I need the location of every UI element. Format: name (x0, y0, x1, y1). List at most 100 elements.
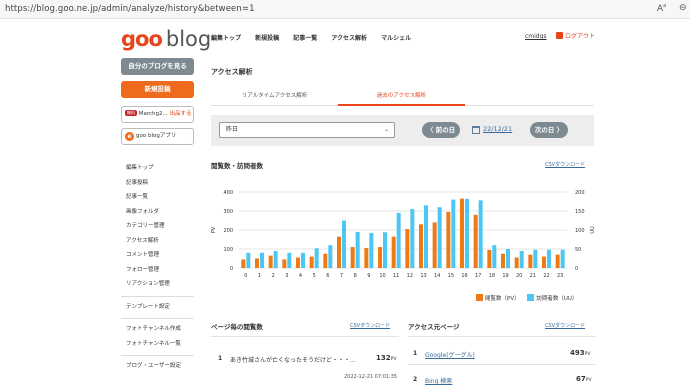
x-tick-label: 19 (502, 273, 508, 279)
date-toolbar: 昨日 ⌄ 〈 前の日 22/12/21 次の日 〉 (211, 115, 594, 146)
x-tick-label: 12 (407, 273, 413, 279)
bar-pv (323, 253, 328, 268)
referrer-link[interactable]: Google(グーグル) (425, 350, 475, 359)
read-aloud-icon[interactable]: Aa (657, 3, 666, 14)
x-tick-label: 7 (340, 273, 343, 279)
sidebar-item-edit-top[interactable]: 編集トップ (126, 161, 194, 176)
calendar-icon[interactable] (472, 126, 480, 134)
y-tick-right: 200 (575, 190, 585, 196)
address-bar[interactable]: https://blog.goo.ne.jp/admin/analyze/his… (0, 0, 690, 19)
bar-pv (501, 253, 505, 268)
next-day-button[interactable]: 次の日 〉 (530, 122, 568, 138)
period-select[interactable]: 昨日 ⌄ (219, 122, 395, 138)
zoom-icon[interactable]: ⊖ (679, 3, 687, 13)
bar-pv (364, 248, 369, 268)
referrer-count: 67PV (576, 375, 592, 383)
sidebar-item-template[interactable]: テンプレート設定 (126, 300, 194, 315)
chart-csv-link[interactable]: CSVダウンロード (545, 161, 585, 168)
bar-pv (405, 229, 410, 268)
y-tick-left: 300 (223, 209, 233, 215)
referrers-heading: アクセス元ページ (408, 323, 460, 331)
goo-blog-logo[interactable]: goo blog (121, 27, 211, 51)
nav-new-post[interactable]: 新規投稿 (255, 35, 279, 42)
tab-past[interactable]: 過去のアクセス解析 (338, 88, 465, 106)
user-link[interactable]: cmidgs (525, 33, 547, 40)
bar-uu (273, 250, 278, 268)
bar-uu (547, 249, 551, 268)
url-text[interactable]: https://blog.goo.ne.jp/admin/analyze/his… (5, 4, 255, 14)
chart-legend: 閲覧数（PV） 訪問者数（UU） (476, 294, 583, 302)
x-tick-label: 22 (543, 273, 549, 279)
bar-pv (514, 257, 519, 268)
goo-app-icon: e (125, 132, 134, 141)
nav-access-analysis[interactable]: アクセス解析 (331, 35, 367, 42)
page-views-csv-link[interactable]: CSVダウンロード (350, 322, 390, 329)
x-tick-label: 14 (434, 273, 440, 279)
page-views-heading: ページ毎の閲覧数 (211, 323, 263, 331)
sidebar-item-category[interactable]: カテゴリー管理 (126, 219, 194, 234)
view-my-blog-button[interactable]: 自分のブログを見る (121, 58, 194, 75)
logo-blog-text: blog (165, 27, 212, 51)
sidebar-item-photo-create[interactable]: フォトチャンネル作成 (126, 322, 194, 337)
y-axis-label-right: UU (590, 226, 596, 234)
bar-pv (268, 255, 273, 268)
nav-marushel[interactable]: マルシェル (381, 35, 411, 42)
bar-uu (437, 207, 442, 268)
sidebar-item-reaction[interactable]: リアクション管理 (126, 277, 194, 292)
marchg-banner[interactable]: 無料 Marchg2... 出品する (121, 106, 194, 123)
x-tick-label: 6 (326, 273, 329, 279)
logout-label: ログアウト (565, 33, 596, 40)
prev-day-button[interactable]: 〈 前の日 (422, 122, 460, 138)
sidebar-item-blog-settings[interactable]: ブログ・ユーザー設定 (126, 359, 194, 374)
referrer-count: 493PV (570, 349, 590, 357)
x-tick-label: 2 (272, 273, 275, 279)
x-tick-label: 15 (448, 273, 454, 279)
sidebar-item-post-list[interactable]: 記事一覧 (126, 190, 194, 205)
sidebar-item-follow[interactable]: フォロー管理 (126, 263, 194, 278)
tab-realtime[interactable]: リアルタイムアクセス解析 (211, 88, 338, 106)
y-tick-right: 150 (575, 209, 585, 215)
sidebar-item-comments[interactable]: コメント管理 (126, 248, 194, 263)
sidebar-divider (121, 355, 194, 356)
bar-uu (478, 200, 483, 268)
x-tick-label: 4 (299, 273, 302, 279)
bar-pv (528, 254, 533, 268)
logo-goo-text: goo (121, 27, 163, 51)
page-view-count-value: 132 (376, 354, 391, 362)
sidebar-item-photo-list[interactable]: フォトチャンネル一覧 (126, 337, 194, 352)
nav-edit-top[interactable]: 編集トップ (211, 35, 241, 42)
x-tick-label: 17 (475, 273, 481, 279)
y-tick-left: 400 (223, 190, 233, 196)
nav-post-list[interactable]: 記事一覧 (293, 35, 317, 42)
referrer-unit: PV (585, 378, 592, 383)
y-tick-right: 0 (575, 266, 578, 272)
legend-item-uu: 訪問者数（UU） (527, 294, 577, 302)
bar-pv (296, 257, 300, 268)
legend-swatch-pv (476, 294, 483, 301)
date-link[interactable]: 22/12/21 (483, 125, 512, 133)
referrers-csv-link[interactable]: CSVダウンロード (545, 322, 585, 329)
bar-pv (337, 236, 341, 268)
x-tick-label: 23 (557, 273, 563, 279)
sidebar-item-access-analysis[interactable]: アクセス解析 (126, 234, 194, 249)
x-tick-label: 16 (461, 273, 467, 279)
bar-pv (255, 258, 259, 268)
x-tick-label: 13 (420, 273, 426, 279)
referrer-unit: PV (584, 352, 591, 357)
bar-uu (383, 232, 387, 268)
referrer-link[interactable]: Bing 検索 (425, 376, 452, 385)
new-post-button[interactable]: 新規投稿 (121, 81, 194, 98)
x-tick-label: 3 (285, 273, 288, 279)
sidebar-item-image-folder[interactable]: 画像フォルダ (126, 205, 194, 220)
bar-pv (378, 247, 382, 268)
legend-swatch-uu (527, 294, 535, 301)
bar-pv (391, 236, 396, 268)
sidebar-item-post[interactable]: 記事投稿 (126, 176, 194, 191)
bar-uu (287, 252, 292, 268)
logout-link[interactable]: ログアウト (556, 31, 595, 40)
bar-uu (369, 233, 374, 268)
bar-uu (424, 205, 428, 268)
page-view-title[interactable]: あき竹城さんが亡くなったそうだけど・・・... (230, 355, 356, 364)
x-tick-label: 11 (393, 273, 399, 279)
goo-blog-app-banner[interactable]: e goo blogアプリ (121, 128, 194, 145)
